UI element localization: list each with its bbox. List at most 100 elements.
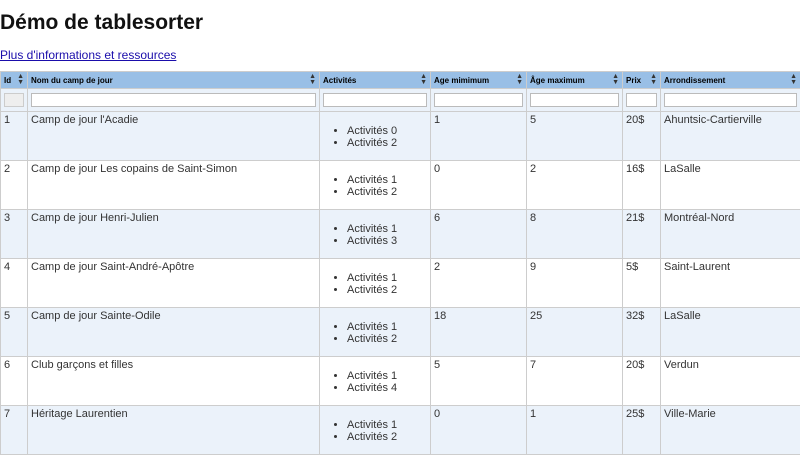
cell-name: Héritage Laurentien: [28, 406, 320, 455]
filter-cell-activities: [320, 89, 431, 112]
cell-max_age: 8: [527, 210, 623, 259]
cell-borough: Ville-Marie: [661, 406, 800, 455]
activities-list: Activités 1Activités 4: [323, 370, 427, 394]
filter-cell-min_age: [431, 89, 527, 112]
camps-table: Id▲▼Nom du camp de jour▲▼Activités▲▼Age …: [0, 71, 800, 455]
filter-input-name[interactable]: [31, 93, 316, 107]
filter-input-id[interactable]: [4, 93, 24, 107]
table-row: 3Camp de jour Henri-JulienActivités 1Act…: [1, 210, 800, 259]
column-header-price[interactable]: Prix▲▼: [623, 72, 661, 89]
activities-list: Activités 0Activités 2: [323, 125, 427, 149]
cell-max_age: 1: [527, 406, 623, 455]
cell-price: 20$: [623, 357, 661, 406]
activity-item: Activités 0: [347, 125, 427, 137]
cell-borough: Ahuntsic-Cartierville: [661, 112, 800, 161]
cell-price: 5$: [623, 259, 661, 308]
activity-item: Activités 1: [347, 272, 427, 284]
column-header-label: Âge maximum: [530, 76, 585, 85]
cell-min_age: 18: [431, 308, 527, 357]
cell-price: 21$: [623, 210, 661, 259]
cell-id: 3: [1, 210, 28, 259]
activity-item: Activités 4: [347, 382, 427, 394]
column-header-id[interactable]: Id ▲▼: [1, 72, 28, 89]
activity-item: Activités 2: [347, 186, 427, 198]
cell-activities: Activités 1Activités 2: [320, 161, 431, 210]
activities-list: Activités 1Activités 3: [323, 223, 427, 247]
cell-price: 25$: [623, 406, 661, 455]
sort-updown-icon: ▲▼: [790, 74, 797, 86]
filter-cell-id: [1, 89, 28, 112]
filter-input-min_age[interactable]: [434, 93, 523, 107]
cell-activities: Activités 1Activités 2: [320, 259, 431, 308]
sort-updown-icon: ▲▼: [650, 74, 657, 86]
sort-updown-icon: ▲▼: [309, 74, 316, 86]
filter-cell-name: [28, 89, 320, 112]
column-header-min_age[interactable]: Age mimimum ▲▼: [431, 72, 527, 89]
sort-updown-icon: ▲▼: [17, 74, 24, 86]
table-row: 6Club garçons et fillesActivités 1Activi…: [1, 357, 800, 406]
cell-name: Camp de jour Henri-Julien: [28, 210, 320, 259]
cell-borough: Saint-Laurent: [661, 259, 800, 308]
table-row: 5Camp de jour Sainte-OdileActivités 1Act…: [1, 308, 800, 357]
activity-item: Activités 1: [347, 419, 427, 431]
column-header-name[interactable]: Nom du camp de jour▲▼: [28, 72, 320, 89]
activities-list: Activités 1Activités 2: [323, 272, 427, 296]
cell-min_age: 0: [431, 161, 527, 210]
sort-updown-icon: ▲▼: [612, 74, 619, 86]
cell-max_age: 25: [527, 308, 623, 357]
filter-input-price[interactable]: [626, 93, 657, 107]
filter-row: [1, 89, 800, 112]
table-row: 1Camp de jour l'AcadieActivités 0Activit…: [1, 112, 800, 161]
column-header-label: Arrondissement: [664, 76, 725, 85]
cell-activities: Activités 1Activités 4: [320, 357, 431, 406]
activity-item: Activités 1: [347, 174, 427, 186]
filter-cell-max_age: [527, 89, 623, 112]
filter-input-borough[interactable]: [664, 93, 797, 107]
cell-activities: Activités 1Activités 2: [320, 308, 431, 357]
column-header-label: Activités: [323, 76, 356, 85]
more-info-link[interactable]: Plus d'informations et ressources: [0, 48, 176, 62]
cell-borough: Montréal-Nord: [661, 210, 800, 259]
activity-item: Activités 2: [347, 284, 427, 296]
activity-item: Activités 2: [347, 333, 427, 345]
column-header-max_age[interactable]: Âge maximum ▲▼: [527, 72, 623, 89]
filter-input-max_age[interactable]: [530, 93, 619, 107]
cell-id: 7: [1, 406, 28, 455]
sort-updown-icon: ▲▼: [516, 74, 523, 86]
cell-id: 2: [1, 161, 28, 210]
column-header-label: Age mimimum: [434, 76, 489, 85]
cell-activities: Activités 1Activités 3: [320, 210, 431, 259]
cell-max_age: 7: [527, 357, 623, 406]
header-row: Id▲▼Nom du camp de jour▲▼Activités▲▼Age …: [1, 72, 800, 89]
cell-name: Club garçons et filles: [28, 357, 320, 406]
cell-price: 32$: [623, 308, 661, 357]
cell-name: Camp de jour Sainte-Odile: [28, 308, 320, 357]
table-row: 4Camp de jour Saint-André-ApôtreActivité…: [1, 259, 800, 308]
activity-item: Activités 2: [347, 431, 427, 443]
activities-list: Activités 1Activités 2: [323, 419, 427, 443]
activity-item: Activités 1: [347, 321, 427, 333]
cell-borough: Verdun: [661, 357, 800, 406]
filter-input-activities[interactable]: [323, 93, 427, 107]
activity-item: Activités 1: [347, 370, 427, 382]
cell-name: Camp de jour Les copains de Saint-Simon: [28, 161, 320, 210]
cell-price: 20$: [623, 112, 661, 161]
cell-name: Camp de jour l'Acadie: [28, 112, 320, 161]
cell-min_age: 1: [431, 112, 527, 161]
activity-item: Activités 1: [347, 223, 427, 235]
cell-max_age: 9: [527, 259, 623, 308]
activities-list: Activités 1Activités 2: [323, 174, 427, 198]
column-header-label: Id: [4, 76, 11, 85]
column-header-borough[interactable]: Arrondissement ▲▼: [661, 72, 800, 89]
sort-updown-icon: ▲▼: [420, 74, 427, 86]
cell-min_age: 0: [431, 406, 527, 455]
cell-max_age: 5: [527, 112, 623, 161]
page-title: Démo de tablesorter: [0, 11, 203, 35]
cell-min_age: 6: [431, 210, 527, 259]
filter-cell-price: [623, 89, 661, 112]
table-body: 1Camp de jour l'AcadieActivités 0Activit…: [1, 112, 800, 455]
cell-max_age: 2: [527, 161, 623, 210]
column-header-activities[interactable]: Activités ▲▼: [320, 72, 431, 89]
cell-borough: LaSalle: [661, 161, 800, 210]
filter-cell-borough: [661, 89, 800, 112]
